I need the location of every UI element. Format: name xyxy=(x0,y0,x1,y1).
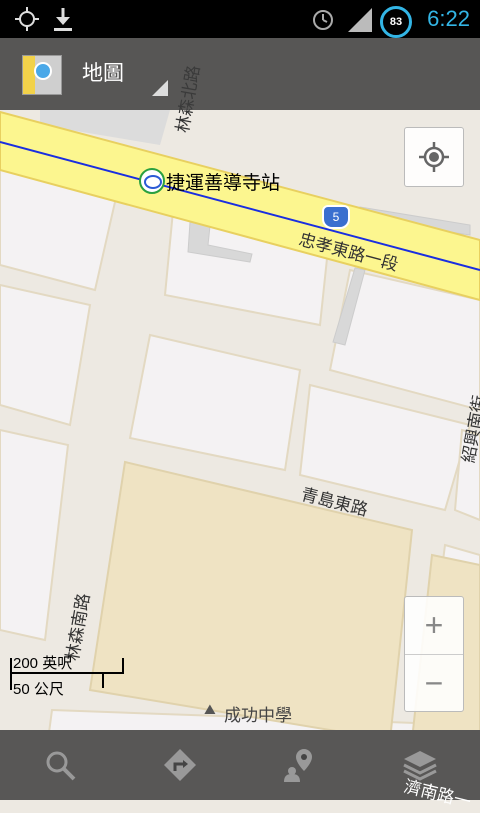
action-bar-title[interactable]: 地圖 xyxy=(82,38,124,110)
dropdown-triangle-icon[interactable] xyxy=(152,80,168,96)
status-time: 6:22 xyxy=(427,6,470,31)
scale-line xyxy=(10,672,124,674)
signal-icon xyxy=(348,8,372,32)
transit-station-icon[interactable] xyxy=(139,168,165,194)
battery-level: 83 xyxy=(389,16,403,28)
directions-button[interactable] xyxy=(120,730,240,800)
action-bar: 地圖 xyxy=(0,38,480,110)
search-icon xyxy=(46,751,76,781)
zoom-out-button[interactable]: − xyxy=(405,655,463,712)
status-bar: 83 6:22 xyxy=(0,0,480,38)
highway-shield-number: 5 xyxy=(332,210,340,224)
poi-label-school[interactable]: 成功中學 xyxy=(224,701,292,726)
places-button[interactable] xyxy=(240,730,360,800)
map-scale: 200 英呎 50 公尺 xyxy=(8,650,128,698)
highway-shield-icon: 5 xyxy=(322,205,350,229)
zoom-controls: + − xyxy=(404,596,464,712)
download-icon xyxy=(54,8,72,31)
scale-imperial: 200 英呎 xyxy=(13,655,73,672)
search-button[interactable] xyxy=(0,730,120,800)
my-location-button[interactable] xyxy=(404,127,464,187)
crosshair-icon xyxy=(419,142,449,172)
zoom-in-button[interactable]: + xyxy=(405,597,463,654)
alarm-icon xyxy=(313,10,333,30)
scale-metric: 50 公尺 xyxy=(13,681,64,698)
gps-icon xyxy=(15,7,39,31)
school-icon: ⛰ xyxy=(204,702,216,718)
transit-station-label[interactable]: 捷運善導寺站 xyxy=(166,168,280,195)
battery-icon: 83 xyxy=(380,6,412,38)
maps-app-icon[interactable] xyxy=(22,55,62,95)
places-icon xyxy=(284,749,312,782)
directions-icon xyxy=(164,749,196,781)
